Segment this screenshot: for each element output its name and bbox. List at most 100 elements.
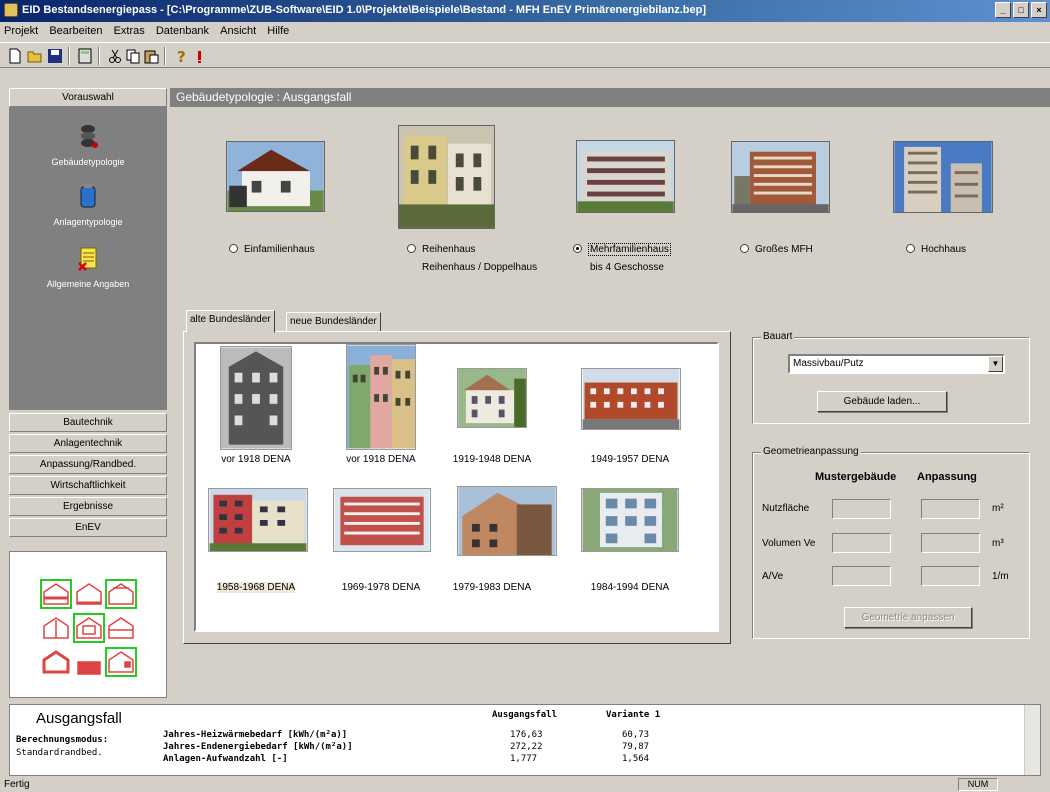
radio-icon-selected[interactable]	[573, 244, 582, 253]
nav-label: Gebäudetypologie	[51, 157, 125, 167]
help-icon[interactable]: ?	[172, 47, 190, 65]
nav-anlagentypologie[interactable]: Anlagentypologie	[9, 183, 167, 227]
wirtschaftlichkeit-button[interactable]: Wirtschaftlichkeit	[9, 476, 167, 495]
run-icon[interactable]	[190, 47, 208, 65]
photo-label: 1949-1957 DENA	[590, 454, 670, 465]
nav-label: Allgemeine Angaben	[46, 279, 130, 289]
ergebnisse-button[interactable]: Ergebnisse	[9, 497, 167, 516]
radio-icon[interactable]	[229, 244, 238, 253]
bauart-select[interactable]: Massivbau/Putz ▼	[788, 354, 1005, 374]
menu-hilfe[interactable]: Hilfe	[263, 22, 293, 40]
bauart-legend: Bauart	[761, 331, 795, 342]
type-sublabel: Reihenhaus / Doppelhaus	[422, 262, 538, 273]
nutzflaeche-anpassung-field[interactable]	[921, 499, 980, 519]
building-photo[interactable]	[220, 346, 292, 450]
building-photo[interactable]	[581, 488, 679, 552]
open-icon[interactable]	[26, 47, 44, 65]
row-label: Volumen Ve	[762, 538, 816, 549]
vorauswahl-button[interactable]: Vorauswahl	[9, 88, 167, 107]
geometrie-anpassen-button[interactable]: Geometrie anpassen	[844, 607, 972, 628]
radio-einfamilienhaus[interactable]: Einfamilienhaus	[229, 244, 315, 255]
result-value: 176,63	[510, 730, 543, 740]
volumen-anpassung-field[interactable]	[921, 533, 980, 553]
photo-label-selected: 1958-1968 DENA	[216, 582, 296, 593]
geometrie-group: Geometrieanpassung Mustergebäude Anpassu…	[752, 446, 1030, 639]
radio-icon[interactable]	[906, 244, 915, 253]
column-header-mustergebaeude: Mustergebäude	[815, 471, 897, 483]
tab-alte-bundeslaender[interactable]: alte Bundesländer	[186, 310, 275, 333]
radio-reihenhaus[interactable]: Reihenhaus	[407, 244, 475, 255]
building-photo[interactable]	[457, 486, 557, 556]
building-photo[interactable]	[457, 368, 527, 428]
status-text: Fertig	[4, 779, 30, 790]
photo-label: 1969-1978 DENA	[341, 582, 421, 593]
radio-hochhaus[interactable]: Hochhaus	[906, 244, 966, 255]
building-photo-list: vor 1918 DENA vor 1918 DENA 1919-1948 DE…	[194, 342, 719, 632]
radio-grosses-mfh[interactable]: Großes MFH	[740, 244, 813, 255]
radio-mehrfamilienhaus[interactable]: Mehrfamilienhaus	[573, 243, 671, 256]
unit-label: m³	[992, 538, 1004, 549]
result-value: 79,87	[622, 742, 650, 752]
menu-projekt[interactable]: Projekt	[0, 22, 42, 40]
ave-anpassung-field[interactable]	[921, 566, 980, 586]
row-label: A/Ve	[762, 571, 784, 582]
building-photo[interactable]	[581, 368, 681, 430]
photo-label: 1979-1983 DENA	[452, 582, 532, 593]
paste-icon[interactable]	[142, 47, 160, 65]
tab-neue-bundeslaender[interactable]: neue Bundesländer	[286, 312, 381, 332]
type-photo-hochhaus[interactable]	[893, 141, 993, 213]
anpassung-button[interactable]: Anpassung/Randbed.	[9, 455, 167, 474]
column-header-anpassung: Anpassung	[917, 471, 977, 483]
building-typology-icon	[81, 125, 98, 148]
column-header-variante: Variante 1	[606, 710, 661, 720]
result-value: 1,777	[510, 754, 538, 764]
chevron-down-icon[interactable]: ▼	[988, 356, 1003, 372]
type-photo-einfamilienhaus[interactable]	[226, 141, 325, 212]
type-photo-reihenhaus[interactable]	[398, 125, 495, 229]
enev-button[interactable]: EnEV	[9, 518, 167, 537]
anlagentechnik-button[interactable]: Anlagentechnik	[9, 434, 167, 453]
radio-icon[interactable]	[407, 244, 416, 253]
menu-bearbeiten[interactable]: Bearbeiten	[45, 22, 106, 40]
copy-icon[interactable]	[124, 47, 142, 65]
building-photo[interactable]	[346, 344, 416, 450]
system-typology-icon	[80, 184, 96, 208]
close-icon[interactable]: ×	[1031, 2, 1047, 18]
result-value: 1,564	[622, 754, 650, 764]
left-panel: Vorauswahl Gebäudetypologie Anlagentypol…	[9, 88, 167, 698]
result-value: 272,22	[510, 742, 543, 752]
row-label: Nutzfläche	[762, 503, 810, 514]
geometrie-legend: Geometrieanpassung	[761, 446, 861, 457]
photo-label: vor 1918 DENA	[221, 454, 291, 465]
building-component-overview	[9, 551, 167, 698]
building-photo[interactable]	[333, 488, 431, 552]
nav-allgemeine-angaben[interactable]: Allgemeine Angaben	[9, 245, 167, 289]
type-photo-mehrfamilienhaus[interactable]	[576, 140, 675, 213]
new-icon[interactable]	[6, 47, 24, 65]
mode-value: Standardrandbed.	[16, 748, 103, 758]
navigation-area: Gebäudetypologie Anlagentypologie Allgem…	[9, 107, 167, 410]
building-photo[interactable]	[208, 488, 308, 552]
radio-icon[interactable]	[740, 244, 749, 253]
gebaeude-laden-button[interactable]: Gebäude laden...	[817, 391, 947, 412]
menu-ansicht[interactable]: Ansicht	[216, 22, 260, 40]
scrollbar[interactable]	[1024, 705, 1040, 775]
page-title: Gebäudetypologie : Ausgangsfall	[170, 88, 1050, 107]
calculator-icon[interactable]	[76, 47, 94, 65]
type-photo-grosses-mfh[interactable]	[731, 141, 830, 213]
save-icon[interactable]	[46, 47, 64, 65]
bauart-select-value: Massivbau/Putz	[793, 358, 864, 369]
nav-gebaeudetypologie[interactable]: Gebäudetypologie	[9, 123, 167, 167]
app-icon	[4, 3, 18, 17]
cut-icon[interactable]	[106, 47, 124, 65]
menu-extras[interactable]: Extras	[110, 22, 149, 40]
results-summary: Ausgangsfall Berechnungsmodus: Standardr…	[9, 704, 1041, 776]
type-label: Großes MFH	[755, 244, 813, 255]
minimize-icon[interactable]: _	[995, 2, 1011, 18]
title-bar: EID Bestandsenergiepass - [C:\Programme\…	[0, 0, 1050, 22]
building-components-icon[interactable]	[10, 552, 166, 697]
result-label: Jahres-Heizwärmebedarf [kWh/(m²a)]	[163, 730, 348, 740]
bautechnik-button[interactable]: Bautechnik	[9, 413, 167, 432]
menu-datenbank[interactable]: Datenbank	[152, 22, 213, 40]
maximize-icon[interactable]: □	[1013, 2, 1029, 18]
